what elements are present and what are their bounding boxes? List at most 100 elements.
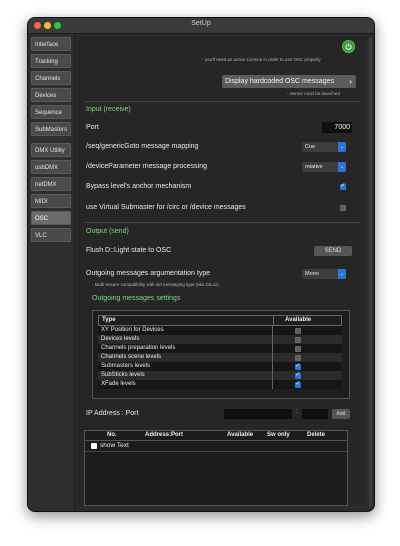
table-row[interactable]: XFade levels <box>98 380 342 389</box>
row-type: SubSticks levels <box>101 372 145 378</box>
available-column-header: Available <box>227 432 254 438</box>
ip-dot: . <box>258 411 260 417</box>
column-divider <box>272 380 273 389</box>
table-row[interactable]: Channels preparation levels <box>98 344 342 353</box>
setup-window: SetUp Interface Tracking Channels Device… <box>27 17 375 512</box>
chevron-right-icon: › <box>349 77 352 86</box>
table-row[interactable]: SubSticks levels <box>98 371 342 380</box>
show-text-checkbox[interactable] <box>91 443 97 449</box>
row-type: Channels scene levels <box>101 354 162 360</box>
device-parameter-select[interactable]: relative ⌄ <box>302 162 346 172</box>
send-button[interactable]: SEND <box>314 246 352 256</box>
available-column-header: Available <box>285 317 312 323</box>
ip-address-label: IP Address : Port <box>86 410 139 417</box>
table-row[interactable]: XY Position for Devices <box>98 326 342 335</box>
title-bar: SetUp <box>28 18 374 34</box>
licence-note: - you'll need an active Licence in order… <box>202 57 321 62</box>
sidebar-item-usbdmx[interactable]: usbDMX <box>31 160 71 174</box>
row-type: XFade levels <box>101 381 136 387</box>
divider <box>85 451 347 452</box>
table-row[interactable]: Devices levels <box>98 335 342 344</box>
sidebar-item-midi[interactable]: MIDI <box>31 194 71 208</box>
server-note: - Server must be launched <box>287 91 340 96</box>
available-checkbox[interactable] <box>295 362 301 370</box>
argumentation-type-label: Outgoing messages argumentation type <box>86 270 211 277</box>
virtual-submaster-label: use Virtual Submaster for /circ or /devi… <box>86 204 246 211</box>
column-divider <box>272 371 273 380</box>
outgoing-settings-table: Type Available XY Position for Devices D… <box>92 310 350 399</box>
sidebar-item-channels[interactable]: Channels <box>31 71 71 85</box>
sidebar-item-dmx-utility[interactable]: DMX Utility <box>31 143 71 157</box>
available-checkbox[interactable] <box>295 354 301 361</box>
no-column-header: No. <box>107 432 117 438</box>
available-checkbox[interactable] <box>295 345 301 352</box>
sidebar-item-netdmx[interactable]: netDMX <box>31 177 71 191</box>
available-checkbox[interactable] <box>295 336 301 343</box>
output-section-title: Output (send) <box>86 228 129 235</box>
select-arrow-icon: ⌄ <box>338 142 346 152</box>
argumentation-type-value: Mono <box>305 271 319 277</box>
column-divider <box>273 316 274 325</box>
column-divider <box>272 353 273 362</box>
available-checkbox[interactable] <box>295 371 301 379</box>
column-divider <box>272 326 273 335</box>
show-text-label: show Text <box>100 442 129 449</box>
ip-dot: . <box>242 411 244 417</box>
address-port-column-header: Address:Port <box>145 432 184 438</box>
device-parameter-value: relative <box>305 164 323 170</box>
osc-power-button[interactable] <box>342 40 355 53</box>
port-label: Port <box>86 124 99 131</box>
ip-address-input[interactable]: . . . <box>224 409 292 419</box>
device-parameter-label: /deviceParameter message processing <box>86 163 208 170</box>
sidebar-item-osc[interactable]: OSC <box>31 211 71 225</box>
column-divider <box>272 362 273 371</box>
sidebar-item-tracking[interactable]: Tracking <box>31 54 71 68</box>
outgoing-settings-title: Outgoing messages settings <box>92 295 181 302</box>
table-row[interactable]: Submasters levels <box>98 362 342 371</box>
argumentation-type-select[interactable]: Mono ⌄ <box>302 269 346 279</box>
table-header-row: Type Available <box>98 315 342 326</box>
port-input[interactable]: 7000 <box>322 122 352 133</box>
virtual-submaster-checkbox[interactable] <box>340 205 346 211</box>
available-checkbox[interactable] <box>295 327 301 334</box>
sidebar-item-sequence[interactable]: Sequence <box>31 105 71 119</box>
available-checkbox[interactable] <box>295 380 301 388</box>
osc-settings-panel: - you'll need an active Licence in order… <box>78 37 366 506</box>
delete-column-header: Delete <box>307 432 326 438</box>
argumentation-note: - Multi ensure compatibility with old me… <box>92 282 219 287</box>
port-separator: : <box>296 409 298 415</box>
add-button[interactable]: Add <box>332 409 350 419</box>
column-divider <box>272 335 273 344</box>
row-type: Devices levels <box>101 336 140 342</box>
table-row[interactable]: Channels scene levels <box>98 353 342 362</box>
sidebar-item-submasters[interactable]: SubMasters <box>31 122 71 136</box>
type-column-header: Type <box>102 317 116 323</box>
row-type: Channels preparation levels <box>101 345 176 351</box>
display-hardcoded-osc-label: Display hardcoded OSC messages <box>225 78 334 85</box>
flush-state-label: Flush D::Light state to OSC <box>86 247 172 254</box>
ip-dot: . <box>274 411 276 417</box>
sidebar-item-vlc[interactable]: VLC <box>31 228 71 242</box>
seq-mapping-select[interactable]: Cue ⌄ <box>302 142 346 152</box>
bypass-anchor-checkbox[interactable] <box>340 182 346 190</box>
select-arrow-icon: ⌄ <box>338 269 346 279</box>
bypass-anchor-label: Bypass level's anchor mechanism <box>86 183 192 190</box>
seq-mapping-value: Cue <box>305 144 316 150</box>
column-divider <box>272 344 273 353</box>
vertical-scrollbar[interactable] <box>369 37 372 507</box>
row-type: Submasters levels <box>101 363 151 369</box>
sidebar-item-devices[interactable]: Devices <box>31 88 71 102</box>
ip-address-table: No. Address:Port Available Sw only Delet… <box>84 430 348 506</box>
divider <box>84 101 360 102</box>
sidebar-item-interface[interactable]: Interface <box>31 37 71 51</box>
seq-mapping-label: /seq/genericGoto message mapping <box>86 143 199 150</box>
window-title: SetUp <box>191 20 211 27</box>
outgoing-settings-grid: Type Available XY Position for Devices D… <box>98 315 342 389</box>
ip-port-input[interactable] <box>302 409 328 419</box>
row-type: XY Position for Devices <box>101 327 164 333</box>
display-hardcoded-osc-button[interactable]: Display hardcoded OSC messages › <box>222 75 356 88</box>
sidebar: Interface Tracking Channels Devices Sequ… <box>28 34 75 511</box>
sw-only-column-header: Sw only <box>267 432 290 438</box>
select-arrow-icon: ⌄ <box>338 162 346 172</box>
power-icon <box>345 43 352 50</box>
